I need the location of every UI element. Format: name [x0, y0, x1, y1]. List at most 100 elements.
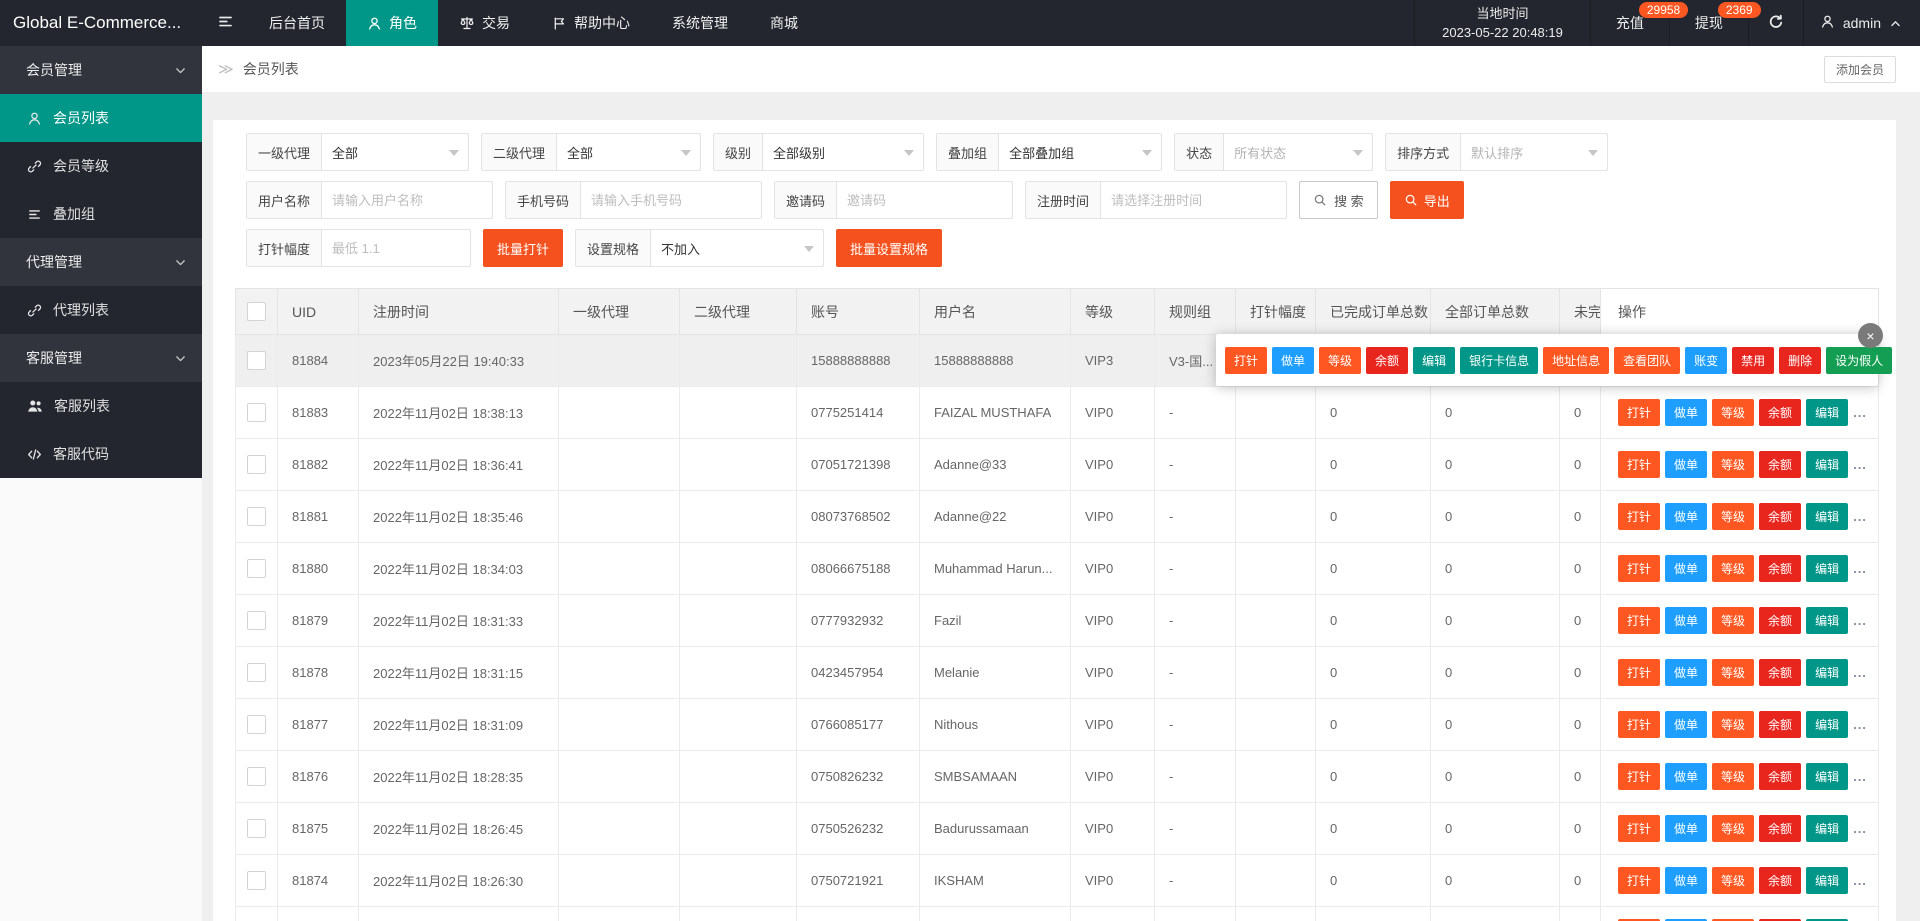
sidebar-item-member-level[interactable]: 会员等级: [0, 142, 202, 190]
row-action-做单[interactable]: 做单: [1665, 451, 1708, 478]
filter-agent2-select[interactable]: 全部: [557, 134, 700, 170]
nav-item-help[interactable]: 帮助中心: [531, 0, 651, 46]
more-actions[interactable]: ...: [1853, 509, 1867, 524]
more-actions[interactable]: ...: [1853, 769, 1867, 784]
row-action-等级[interactable]: 等级: [1712, 503, 1755, 530]
batch-inject-button[interactable]: 批量打针: [483, 229, 564, 267]
user-menu[interactable]: admin: [1802, 0, 1920, 46]
sidebar-group-agent-management[interactable]: 代理管理: [0, 238, 202, 286]
row-action-编辑[interactable]: 编辑: [1806, 763, 1849, 790]
row-action-编辑[interactable]: 编辑: [1806, 711, 1849, 738]
more-actions[interactable]: ...: [1853, 665, 1867, 680]
row-action-做单[interactable]: 做单: [1665, 815, 1708, 842]
row-checkbox[interactable]: [247, 559, 266, 578]
expanded-action-账变[interactable]: 账变: [1685, 346, 1728, 374]
row-checkbox[interactable]: [247, 403, 266, 422]
more-actions[interactable]: ...: [1853, 561, 1867, 576]
expanded-action-等级[interactable]: 等级: [1319, 346, 1362, 374]
expanded-action-设为假人[interactable]: 设为假人: [1826, 346, 1893, 374]
row-action-余额[interactable]: 余额: [1759, 815, 1802, 842]
close-icon[interactable]: ×: [1858, 323, 1883, 348]
expanded-action-编辑[interactable]: 编辑: [1413, 346, 1456, 374]
sidebar-group-member-management[interactable]: 会员管理: [0, 46, 202, 94]
row-checkbox[interactable]: [247, 819, 266, 838]
row-action-编辑[interactable]: 编辑: [1806, 555, 1849, 582]
filter-sort-select[interactable]: 默认排序: [1461, 134, 1607, 170]
more-actions[interactable]: ...: [1853, 405, 1867, 420]
nav-item-home[interactable]: 后台首页: [248, 0, 346, 46]
inject-range-input[interactable]: [322, 230, 471, 266]
filter-agent1-select[interactable]: 全部: [322, 134, 468, 170]
more-actions[interactable]: ...: [1853, 717, 1867, 732]
row-action-余额[interactable]: 余额: [1759, 711, 1802, 738]
batch-spec-button[interactable]: 批量设置规格: [836, 229, 943, 267]
row-action-余额[interactable]: 余额: [1759, 451, 1802, 478]
row-checkbox[interactable]: [247, 663, 266, 682]
nav-item-system[interactable]: 系统管理: [651, 0, 749, 46]
expanded-action-地址信息[interactable]: 地址信息: [1543, 346, 1610, 374]
export-button[interactable]: 导出: [1389, 181, 1464, 219]
spec-select[interactable]: 不加入: [651, 230, 823, 266]
more-actions[interactable]: ...: [1853, 821, 1867, 836]
row-action-等级[interactable]: 等级: [1712, 451, 1755, 478]
row-action-打针[interactable]: 打针: [1618, 607, 1661, 634]
row-action-等级[interactable]: 等级: [1712, 763, 1755, 790]
row-checkbox[interactable]: [247, 507, 266, 526]
row-action-打针[interactable]: 打针: [1618, 711, 1661, 738]
nav-item-mall[interactable]: 商城: [749, 0, 819, 46]
row-action-打针[interactable]: 打针: [1618, 763, 1661, 790]
row-action-打针[interactable]: 打针: [1618, 399, 1661, 426]
sidebar-item-support-code[interactable]: 客服代码: [0, 430, 202, 478]
more-actions[interactable]: ...: [1853, 457, 1867, 472]
expanded-action-余额[interactable]: 余额: [1366, 346, 1409, 374]
nav-item-trade[interactable]: 交易: [438, 0, 531, 46]
expanded-action-银行卡信息[interactable]: 银行卡信息: [1460, 346, 1539, 374]
row-action-做单[interactable]: 做单: [1665, 867, 1708, 894]
search-button[interactable]: 搜 索: [1299, 181, 1378, 219]
row-action-余额[interactable]: 余额: [1759, 607, 1802, 634]
row-action-编辑[interactable]: 编辑: [1806, 607, 1849, 634]
row-action-余额[interactable]: 余额: [1759, 399, 1802, 426]
row-action-余额[interactable]: 余额: [1759, 763, 1802, 790]
expanded-action-做单[interactable]: 做单: [1272, 346, 1315, 374]
row-action-做单[interactable]: 做单: [1665, 763, 1708, 790]
add-member-button[interactable]: 添加会员: [1823, 55, 1896, 83]
row-action-余额[interactable]: 余额: [1759, 555, 1802, 582]
row-action-做单[interactable]: 做单: [1665, 399, 1708, 426]
row-action-做单[interactable]: 做单: [1665, 711, 1708, 738]
row-action-做单[interactable]: 做单: [1665, 555, 1708, 582]
row-action-等级[interactable]: 等级: [1712, 815, 1755, 842]
row-action-编辑[interactable]: 编辑: [1806, 659, 1849, 686]
row-checkbox[interactable]: [247, 351, 266, 370]
select-all-checkbox[interactable]: [247, 302, 266, 321]
row-action-编辑[interactable]: 编辑: [1806, 503, 1849, 530]
row-checkbox[interactable]: [247, 455, 266, 474]
row-action-等级[interactable]: 等级: [1712, 867, 1755, 894]
expanded-action-查看团队[interactable]: 查看团队: [1614, 346, 1681, 374]
row-action-编辑[interactable]: 编辑: [1806, 815, 1849, 842]
filter-stack-group-select[interactable]: 全部叠加组: [999, 134, 1161, 170]
row-action-做单[interactable]: 做单: [1665, 659, 1708, 686]
row-action-编辑[interactable]: 编辑: [1806, 451, 1849, 478]
reg-time-input[interactable]: [1101, 182, 1287, 218]
row-action-打针[interactable]: 打针: [1618, 867, 1661, 894]
sidebar-item-agent-list[interactable]: 代理列表: [0, 286, 202, 334]
more-actions[interactable]: ...: [1853, 613, 1867, 628]
filter-status-select[interactable]: 所有状态: [1224, 134, 1372, 170]
row-action-余额[interactable]: 余额: [1759, 659, 1802, 686]
expanded-action-禁用[interactable]: 禁用: [1732, 346, 1775, 374]
more-actions[interactable]: ...: [1853, 873, 1867, 888]
filter-level-select[interactable]: 全部级别: [763, 134, 923, 170]
row-action-打针[interactable]: 打针: [1618, 555, 1661, 582]
sidebar-item-support-list[interactable]: 客服列表: [0, 382, 202, 430]
row-action-打针[interactable]: 打针: [1618, 659, 1661, 686]
row-action-编辑[interactable]: 编辑: [1806, 399, 1849, 426]
row-action-做单[interactable]: 做单: [1665, 503, 1708, 530]
recharge-nav-item[interactable]: 充值 29958: [1589, 0, 1689, 46]
row-action-打针[interactable]: 打针: [1618, 503, 1661, 530]
row-action-等级[interactable]: 等级: [1712, 607, 1755, 634]
phone-input[interactable]: [581, 182, 762, 218]
row-action-打针[interactable]: 打针: [1618, 815, 1661, 842]
invite-code-input[interactable]: [837, 182, 1013, 218]
nav-item-roles[interactable]: 角色: [346, 0, 438, 46]
